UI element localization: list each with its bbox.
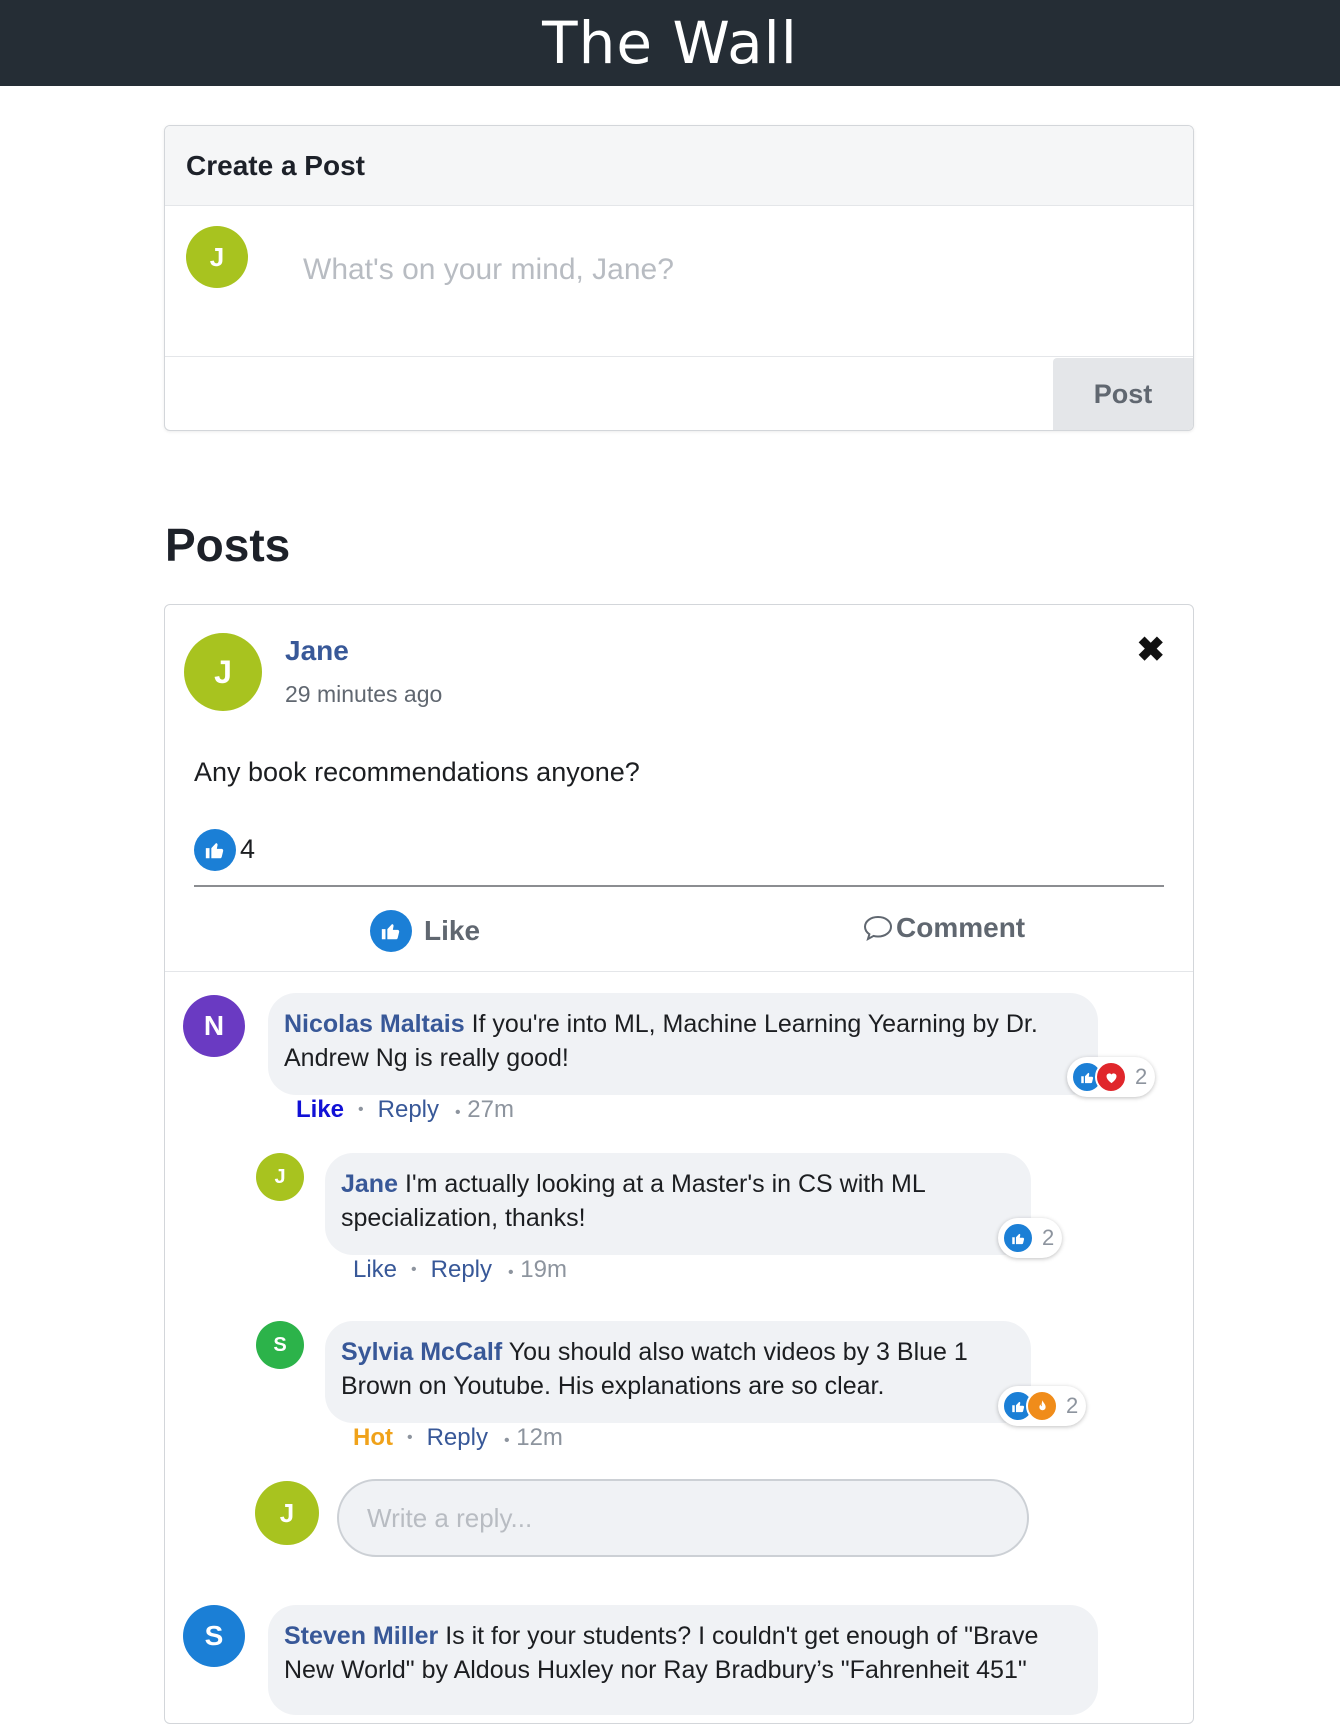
comment-button[interactable]: Comment (862, 912, 1025, 944)
like-icon (194, 829, 236, 871)
reply-input[interactable] (339, 1481, 1027, 1555)
comment-author[interactable]: Jane (341, 1170, 398, 1198)
posts-heading: Posts (165, 519, 291, 571)
separator-dot: • (411, 1261, 417, 1278)
comment-reply-button[interactable]: Reply (378, 1096, 439, 1124)
avatar: S (256, 1321, 304, 1369)
avatar: J (256, 1153, 304, 1201)
post-timestamp: 29 minutes ago (285, 681, 443, 707)
app-title: The Wall (542, 9, 798, 77)
comment-icon (862, 914, 894, 942)
separator-dot: • (406, 1429, 413, 1446)
comment-label: Comment (896, 912, 1026, 943)
avatar: J (186, 226, 248, 288)
reply-input-container (337, 1479, 1029, 1557)
like-icon (370, 910, 412, 952)
comment-bubble: Steven Miller Is it for your students? I… (268, 1605, 1098, 1715)
post-author[interactable]: Jane (285, 635, 349, 667)
post-card: J Jane 29 minutes ago ✖ Any book recomme… (164, 604, 1194, 1724)
create-post-body: J (165, 206, 1193, 357)
app-header: The Wall (0, 0, 1340, 86)
comment-text: I'm actually looking at a Master's in CS… (341, 1170, 925, 1232)
reaction-badge[interactable]: 2 (1067, 1057, 1156, 1097)
comment-actions: Like • Reply • 27m (296, 1096, 514, 1124)
comment-actions: Like • Reply • 19m (353, 1256, 567, 1284)
comment-reply-button[interactable]: Reply (431, 1256, 492, 1284)
like-label: Like (424, 915, 481, 946)
comment-author[interactable]: Nicolas Maltais (284, 1010, 465, 1038)
comment-author[interactable]: Steven Miller (284, 1622, 438, 1650)
post-input[interactable] (301, 252, 1125, 288)
create-post-header: Create a Post (165, 126, 1193, 206)
avatar: N (183, 995, 245, 1057)
comment-like-button[interactable]: Like (353, 1256, 397, 1284)
comment-timestamp: • 12m (503, 1424, 563, 1451)
create-post-heading: Create a Post (186, 149, 365, 181)
reactions-divider (194, 885, 1164, 887)
comment-bubble: Nicolas Maltais If you're into ML, Machi… (268, 993, 1098, 1095)
avatar: S (183, 1605, 245, 1667)
create-post-card: Create a Post J Post (164, 125, 1194, 431)
heart-icon (1095, 1061, 1127, 1093)
comment-author[interactable]: Sylvia McCalf (341, 1338, 502, 1366)
reaction-count: 2 (1066, 1393, 1079, 1418)
comment-bubble: Sylvia McCalf You should also watch vide… (325, 1321, 1031, 1423)
reaction-badge[interactable]: 2 (998, 1386, 1087, 1426)
reaction-count: 2 (1042, 1225, 1055, 1250)
comment-actions: Hot • Reply • 12m (353, 1424, 563, 1452)
fire-icon (1026, 1390, 1058, 1422)
avatar: J (184, 633, 262, 711)
comment-hot-button[interactable]: Hot (353, 1424, 393, 1452)
like-button[interactable]: Like (370, 910, 480, 952)
comment-reply-button[interactable]: Reply (427, 1424, 488, 1452)
separator-dot: • (358, 1101, 364, 1118)
reaction-badge[interactable]: 2 (998, 1218, 1063, 1258)
comment-like-button[interactable]: Like (296, 1096, 344, 1124)
comment-bubble: Jane I'm actually looking at a Master's … (325, 1153, 1031, 1255)
post-button[interactable]: Post (1053, 358, 1193, 430)
like-count: 4 (240, 834, 256, 864)
reaction-count: 2 (1135, 1064, 1148, 1089)
close-icon[interactable]: ✖ (1137, 633, 1166, 667)
avatar: J (255, 1481, 319, 1545)
post-text: Any book recommendations anyone? (194, 757, 640, 787)
actions-divider (165, 971, 1193, 972)
comment-timestamp: • 19m (508, 1256, 567, 1283)
comment-timestamp: • 27m (455, 1096, 514, 1123)
like-icon (1002, 1222, 1034, 1254)
